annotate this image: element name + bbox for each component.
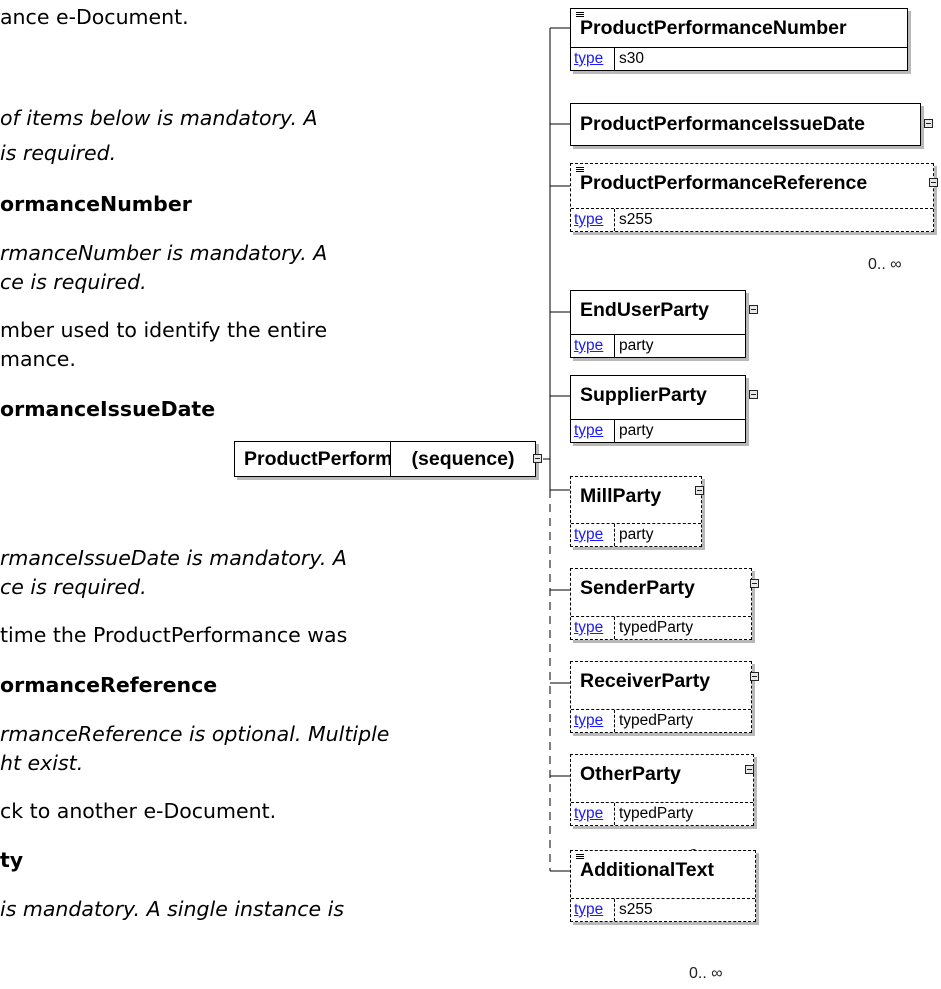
expand-icon[interactable]	[750, 579, 759, 588]
type-keyword[interactable]: type	[574, 803, 603, 824]
element-name: EndUserParty	[580, 299, 709, 321]
element-name: ProductPerformanceNumber	[580, 17, 847, 39]
type-value: typedParty	[619, 805, 694, 822]
type-value: s255	[619, 901, 653, 918]
type-keyword[interactable]: type	[574, 617, 603, 638]
doc-number-desc: mber used to identify the entire	[0, 318, 328, 342]
type-value: typedParty	[619, 619, 694, 636]
doc-line-intro: ance e-Document.	[0, 5, 189, 29]
element-enduserparty[interactable]: EndUserParty type party	[570, 290, 746, 358]
doc-issuedate-desc: time the ProductPerformance was	[0, 623, 348, 647]
cardinality-label: 0.. ∞	[868, 256, 902, 273]
sequence-expand-icon[interactable]	[533, 454, 542, 463]
doc-heading-reference: ormanceReference	[0, 673, 218, 697]
doc-heading-enduserparty: ty	[0, 848, 24, 872]
element-productperformanceissuedate[interactable]: ProductPerformanceIssueDate	[570, 103, 921, 146]
doc-heading-number: ormanceNumber	[0, 192, 192, 216]
element-name: SupplierParty	[580, 384, 707, 406]
expand-icon[interactable]	[749, 390, 758, 399]
type-value: party	[619, 526, 654, 543]
type-keyword[interactable]: type	[574, 524, 603, 545]
doc-line-sequence-rule-2: is required.	[0, 141, 117, 165]
doc-heading-issuedate: ormanceIssueDate	[0, 397, 216, 421]
expand-icon[interactable]	[745, 765, 754, 774]
element-millparty[interactable]: MillParty type party	[570, 476, 702, 547]
element-otherparty[interactable]: OtherParty type typedParty	[570, 754, 754, 826]
type-keyword[interactable]: type	[574, 48, 603, 69]
element-supplierparty[interactable]: SupplierParty type party	[570, 375, 746, 443]
element-name: MillParty	[580, 485, 662, 507]
element-name: SenderParty	[580, 577, 695, 599]
type-value: s30	[619, 50, 644, 67]
type-value: party	[619, 337, 654, 354]
expand-icon[interactable]	[749, 305, 758, 314]
documentation-panel: ance e-Document. of items below is manda…	[0, 0, 520, 989]
element-productperformancereference[interactable]: ProductPerformanceReference type s255	[570, 163, 934, 232]
expand-icon[interactable]	[929, 178, 938, 187]
doc-reference-rule-2: ht exist.	[0, 751, 84, 775]
type-keyword[interactable]: type	[574, 899, 603, 920]
doc-issuedate-rule-2: ce is required.	[0, 575, 147, 599]
cardinality-label: 0.. ∞	[689, 965, 723, 982]
doc-number-desc-2: mance.	[0, 347, 76, 371]
sequence-compositor[interactable]: (sequence)	[390, 441, 536, 477]
sequence-label: (sequence)	[411, 448, 515, 470]
expand-icon[interactable]	[695, 486, 704, 495]
element-name: ProductPerformanceIssueDate	[580, 113, 866, 135]
doc-line-sequence-rule: of items below is mandatory. A	[0, 106, 318, 130]
element-receiverparty[interactable]: ReceiverParty type typedParty	[570, 661, 752, 733]
element-additionaltext[interactable]: AdditionalText type s255	[570, 850, 756, 922]
type-value: party	[619, 422, 654, 439]
doc-reference-rule: rmanceReference is optional. Multiple	[0, 722, 390, 746]
element-name: OtherParty	[580, 763, 681, 785]
type-keyword[interactable]: type	[574, 335, 603, 356]
doc-reference-desc: ck to another e-Document.	[0, 799, 277, 823]
type-value: typedParty	[619, 712, 694, 729]
element-name: ProductPerformanceReference	[580, 172, 868, 194]
element-productperformancenumber[interactable]: ProductPerformanceNumber type s30	[570, 8, 908, 71]
doc-enduserparty-rule: is mandatory. A single instance is	[0, 897, 345, 921]
doc-number-rule: rmanceNumber is mandatory. A	[0, 241, 328, 265]
type-value: s255	[619, 211, 653, 228]
doc-issuedate-rule: rmanceIssueDate is mandatory. A	[0, 546, 347, 570]
expand-icon[interactable]	[924, 119, 933, 128]
type-keyword[interactable]: type	[574, 420, 603, 441]
element-name: ReceiverParty	[580, 670, 711, 692]
type-keyword[interactable]: type	[574, 209, 603, 230]
expand-icon[interactable]	[750, 672, 759, 681]
doc-number-rule-2: ce is required.	[0, 270, 147, 294]
element-name: AdditionalText	[580, 859, 714, 881]
element-senderparty[interactable]: SenderParty type typedParty	[570, 568, 752, 640]
type-keyword[interactable]: type	[574, 710, 603, 731]
